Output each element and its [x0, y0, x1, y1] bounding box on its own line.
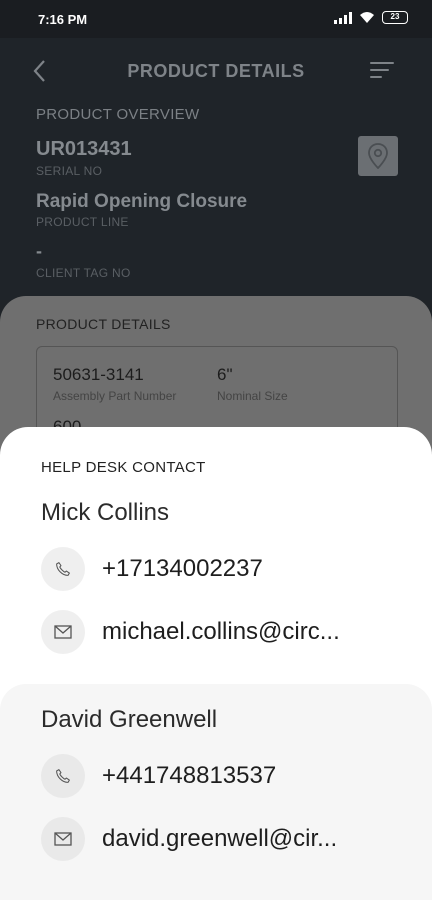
menu-line	[370, 76, 382, 78]
mail-icon	[54, 832, 72, 846]
mail-icon-circle	[41, 817, 85, 861]
nominal-size-label: Nominal Size	[217, 389, 288, 403]
map-pin-icon	[368, 143, 388, 169]
sort-menu-button[interactable]	[370, 62, 394, 82]
product-line-label: PRODUCT LINE	[36, 215, 129, 229]
contact-card: David Greenwell +441748813537 david.gree…	[0, 684, 432, 900]
assembly-part-value: 50631-3141	[53, 365, 144, 384]
help-desk-title: HELP DESK CONTACT	[41, 459, 206, 476]
serial-value: UR013431	[36, 138, 132, 160]
phone-icon-circle	[41, 547, 85, 591]
nominal-size-value: 6"	[217, 365, 233, 384]
phone-row[interactable]: +17134002237	[41, 547, 392, 591]
location-button[interactable]	[358, 136, 398, 176]
email-row[interactable]: david.greenwell@cir...	[41, 817, 392, 861]
contact-name: Mick Collins	[41, 499, 170, 526]
product-header: PRODUCT DETAILS PRODUCT OVERVIEW UR01343…	[0, 38, 432, 300]
phone-icon-circle	[41, 754, 85, 798]
page-title: PRODUCT DETAILS	[127, 61, 305, 81]
phone-icon	[56, 562, 70, 576]
top-app-bar: PRODUCT DETAILS	[0, 38, 432, 104]
overview-label: PRODUCT OVERVIEW	[36, 106, 200, 123]
contact-card: Mick Collins +17134002237 michael.collin…	[0, 489, 432, 684]
product-line-value: Rapid Opening Closure	[36, 191, 248, 212]
contact-email[interactable]: david.greenwell@cir...	[102, 825, 392, 853]
contact-name: David Greenwell	[41, 706, 218, 733]
phone-icon	[56, 769, 70, 783]
email-row[interactable]: michael.collins@circ...	[41, 610, 392, 654]
mail-icon-circle	[41, 610, 85, 654]
details-title: PRODUCT DETAILS	[36, 316, 171, 332]
client-tag-value: -	[36, 241, 42, 261]
wifi-icon	[360, 12, 374, 23]
signal-icon	[334, 11, 352, 24]
mail-icon	[54, 625, 72, 639]
contact-email[interactable]: michael.collins@circ...	[102, 618, 392, 646]
client-tag-label: CLIENT TAG NO	[36, 266, 131, 280]
status-icons: 23	[334, 11, 408, 24]
menu-line	[370, 69, 389, 71]
serial-label: SERIAL NO	[36, 164, 103, 178]
contact-phone[interactable]: +441748813537	[102, 762, 392, 790]
assembly-part-label: Assembly Part Number	[53, 389, 177, 403]
battery-icon: 23	[382, 11, 408, 24]
menu-line	[370, 62, 394, 64]
phone-row[interactable]: +441748813537	[41, 754, 392, 798]
status-bar: 7:16 PM 23	[0, 0, 432, 38]
help-desk-sheet: HELP DESK CONTACT Mick Collins +17134002…	[0, 427, 432, 900]
contact-phone[interactable]: +17134002237	[102, 555, 392, 583]
status-time: 7:16 PM	[38, 12, 88, 27]
